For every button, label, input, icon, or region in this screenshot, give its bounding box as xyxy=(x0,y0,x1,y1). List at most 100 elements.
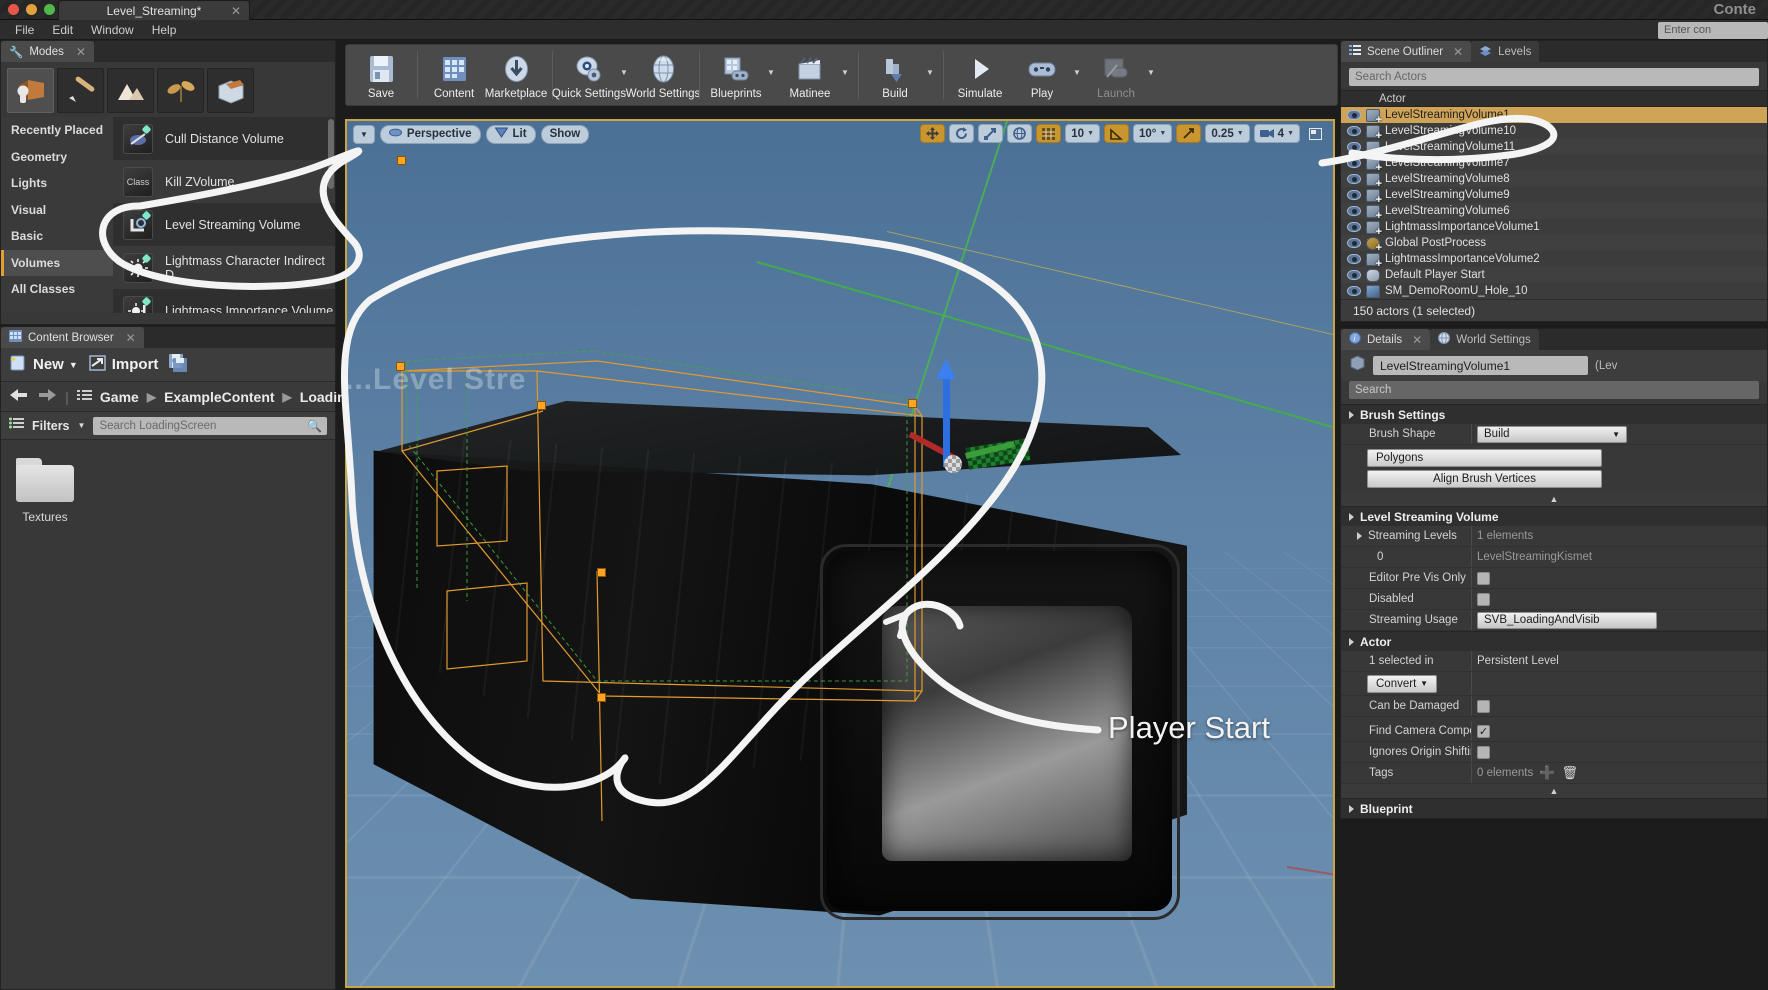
find-camera-component-checkbox[interactable]: ✓ xyxy=(1477,724,1490,738)
can-be-damaged-checkbox[interactable] xyxy=(1477,699,1490,713)
maximize-viewport-button[interactable] xyxy=(1304,124,1327,143)
view-mode-button[interactable]: Perspective xyxy=(379,124,481,144)
table-row[interactable]: LevelStreamingVolume10 xyxy=(1341,123,1767,142)
close-icon[interactable]: ✕ xyxy=(76,45,86,59)
category-visual[interactable]: Visual xyxy=(1,197,113,224)
mode-button-paint[interactable] xyxy=(57,68,104,113)
toolbar-launch-button[interactable]: Launch xyxy=(1085,48,1147,102)
breadcrumb-game[interactable]: Game xyxy=(100,389,139,405)
blueprints-caret-icon[interactable]: ▼ xyxy=(767,48,779,102)
menu-edit[interactable]: Edit xyxy=(43,21,82,39)
convert-button[interactable]: Convert ▼ xyxy=(1367,674,1437,693)
brush-vertex-handle[interactable] xyxy=(597,568,606,577)
mode-button-landscape[interactable] xyxy=(107,68,154,113)
mode-button-place[interactable] xyxy=(7,68,54,113)
minimize-window-button[interactable] xyxy=(26,4,37,15)
nav-back-button[interactable] xyxy=(9,388,29,405)
tab-details[interactable]: i Details ✕ xyxy=(1341,329,1431,350)
rotation-snap-toggle[interactable] xyxy=(1104,124,1129,143)
table-row[interactable]: LightmassImportanceVolume1 xyxy=(1341,219,1767,238)
close-icon[interactable]: ✕ xyxy=(231,4,241,18)
menu-file[interactable]: File xyxy=(6,21,43,39)
scale-snap-toggle[interactable] xyxy=(1176,124,1202,143)
details-search-input[interactable]: Search xyxy=(1349,381,1759,399)
brush-vertex-handle[interactable] xyxy=(397,156,406,165)
window-controls[interactable] xyxy=(8,4,55,15)
close-window-button[interactable] xyxy=(8,4,19,15)
lighting-mode-button[interactable]: Lit xyxy=(485,124,536,144)
table-row[interactable]: Global PostProcess xyxy=(1341,235,1767,254)
table-row[interactable]: SM_DemoRoomU_Hole_10 xyxy=(1341,283,1767,299)
show-flags-button[interactable]: Show xyxy=(540,124,590,144)
toolbar-save-button[interactable]: Save xyxy=(350,48,412,102)
matinee-caret-icon[interactable]: ▼ xyxy=(841,48,853,102)
launch-caret-icon[interactable]: ▼ xyxy=(1147,48,1159,102)
gizmo-center-handle[interactable] xyxy=(944,455,962,473)
table-row[interactable]: LevelStreamingVolume8 xyxy=(1341,171,1767,190)
mode-button-geometry-edit[interactable] xyxy=(207,68,254,113)
console-command-input[interactable]: Enter con xyxy=(1658,22,1768,39)
list-item[interactable]: Level Streaming Volume xyxy=(113,203,335,246)
toolbar-build-button[interactable]: Build xyxy=(864,48,926,102)
close-icon[interactable]: ✕ xyxy=(1412,333,1422,347)
align-brush-vertices-button[interactable]: Align Brush Vertices xyxy=(1367,470,1602,488)
tab-modes[interactable]: 🔧 Modes ✕ xyxy=(1,41,94,62)
brush-vertex-handle[interactable] xyxy=(597,693,606,702)
visibility-eye-icon[interactable] xyxy=(1347,270,1361,280)
tab-levels[interactable]: Levels xyxy=(1471,41,1540,62)
breadcrumb-loading[interactable]: Loadin xyxy=(300,389,346,405)
asset-search-input[interactable]: Search LoadingScreen 🔍 xyxy=(93,416,327,435)
menu-help[interactable]: Help xyxy=(143,21,186,39)
outliner-column-header[interactable]: Actor xyxy=(1341,90,1767,107)
list-item[interactable]: Cull Distance Volume xyxy=(113,117,335,160)
close-icon[interactable]: ✕ xyxy=(126,331,136,345)
grid-snap-value[interactable]: 10 ▼ xyxy=(1065,124,1100,143)
table-row[interactable]: LevelStreamingVolume6 xyxy=(1341,203,1767,222)
tab-scene-outliner[interactable]: Scene Outliner ✕ xyxy=(1341,41,1472,62)
play-caret-icon[interactable]: ▼ xyxy=(1073,48,1085,102)
collapse-section-handle[interactable]: ▲ xyxy=(1341,492,1767,506)
visibility-eye-icon[interactable] xyxy=(1347,110,1361,120)
table-row[interactable]: LevelStreamingVolume11 xyxy=(1341,139,1767,158)
visibility-eye-icon[interactable] xyxy=(1347,190,1361,200)
gizmo-axis-z[interactable] xyxy=(936,359,956,467)
menu-window[interactable]: Window xyxy=(82,21,143,39)
search-actors-input[interactable]: Search Actors xyxy=(1349,68,1759,86)
editor-pre-vis-only-checkbox[interactable] xyxy=(1477,571,1490,585)
toolbar-world-settings-button[interactable]: World Settings xyxy=(626,48,700,102)
visibility-eye-icon[interactable] xyxy=(1347,238,1361,248)
actor-name-input[interactable]: LevelStreamingVolume1 xyxy=(1373,356,1588,375)
document-tab[interactable]: Level_Streaming* ✕ xyxy=(58,0,250,20)
visibility-eye-icon[interactable] xyxy=(1347,286,1361,296)
toolbar-simulate-button[interactable]: Simulate xyxy=(949,48,1011,102)
breadcrumb-example-content[interactable]: ExampleContent xyxy=(164,389,274,405)
tab-world-settings[interactable]: World Settings xyxy=(1430,329,1539,350)
category-basic[interactable]: Basic xyxy=(1,223,113,250)
toolbar-matinee-button[interactable]: Matinee xyxy=(779,48,841,102)
table-row[interactable]: LevelStreamingVolume9 xyxy=(1341,187,1767,206)
camera-speed-button[interactable]: 4 ▼ xyxy=(1253,124,1300,143)
visibility-eye-icon[interactable] xyxy=(1347,158,1361,168)
visibility-eye-icon[interactable] xyxy=(1347,222,1361,232)
table-row[interactable]: LevelStreamingVolume7 xyxy=(1341,155,1767,174)
ignores-origin-shifting-checkbox[interactable] xyxy=(1477,745,1490,759)
section-brush-settings[interactable]: Brush Settings xyxy=(1341,404,1767,424)
scale-snap-value[interactable]: 0.25 ▼ xyxy=(1205,124,1250,143)
close-icon[interactable]: ✕ xyxy=(1453,45,1463,59)
build-caret-icon[interactable]: ▼ xyxy=(926,48,938,102)
translate-mode-button[interactable] xyxy=(920,124,946,143)
category-lights[interactable]: Lights xyxy=(1,170,113,197)
grid-snap-toggle[interactable] xyxy=(1036,124,1062,143)
polygons-button[interactable]: Polygons xyxy=(1367,449,1602,467)
toolbar-marketplace-button[interactable]: Marketplace xyxy=(485,48,547,102)
brush-shape-dropdown[interactable]: Build ▼ xyxy=(1477,425,1627,443)
coordinate-system-button[interactable] xyxy=(1007,124,1033,143)
viewport-options-button[interactable]: ▼ xyxy=(353,124,375,144)
list-item[interactable]: Class Kill ZVolume xyxy=(113,160,335,203)
collapse-section-handle[interactable]: ▲ xyxy=(1341,784,1767,798)
toolbar-quick-settings-button[interactable]: Quick Settings xyxy=(552,48,626,102)
import-button[interactable]: Import xyxy=(88,354,158,376)
visibility-eye-icon[interactable] xyxy=(1347,142,1361,152)
visibility-eye-icon[interactable] xyxy=(1347,206,1361,216)
category-recently-placed[interactable]: Recently Placed xyxy=(1,117,113,144)
